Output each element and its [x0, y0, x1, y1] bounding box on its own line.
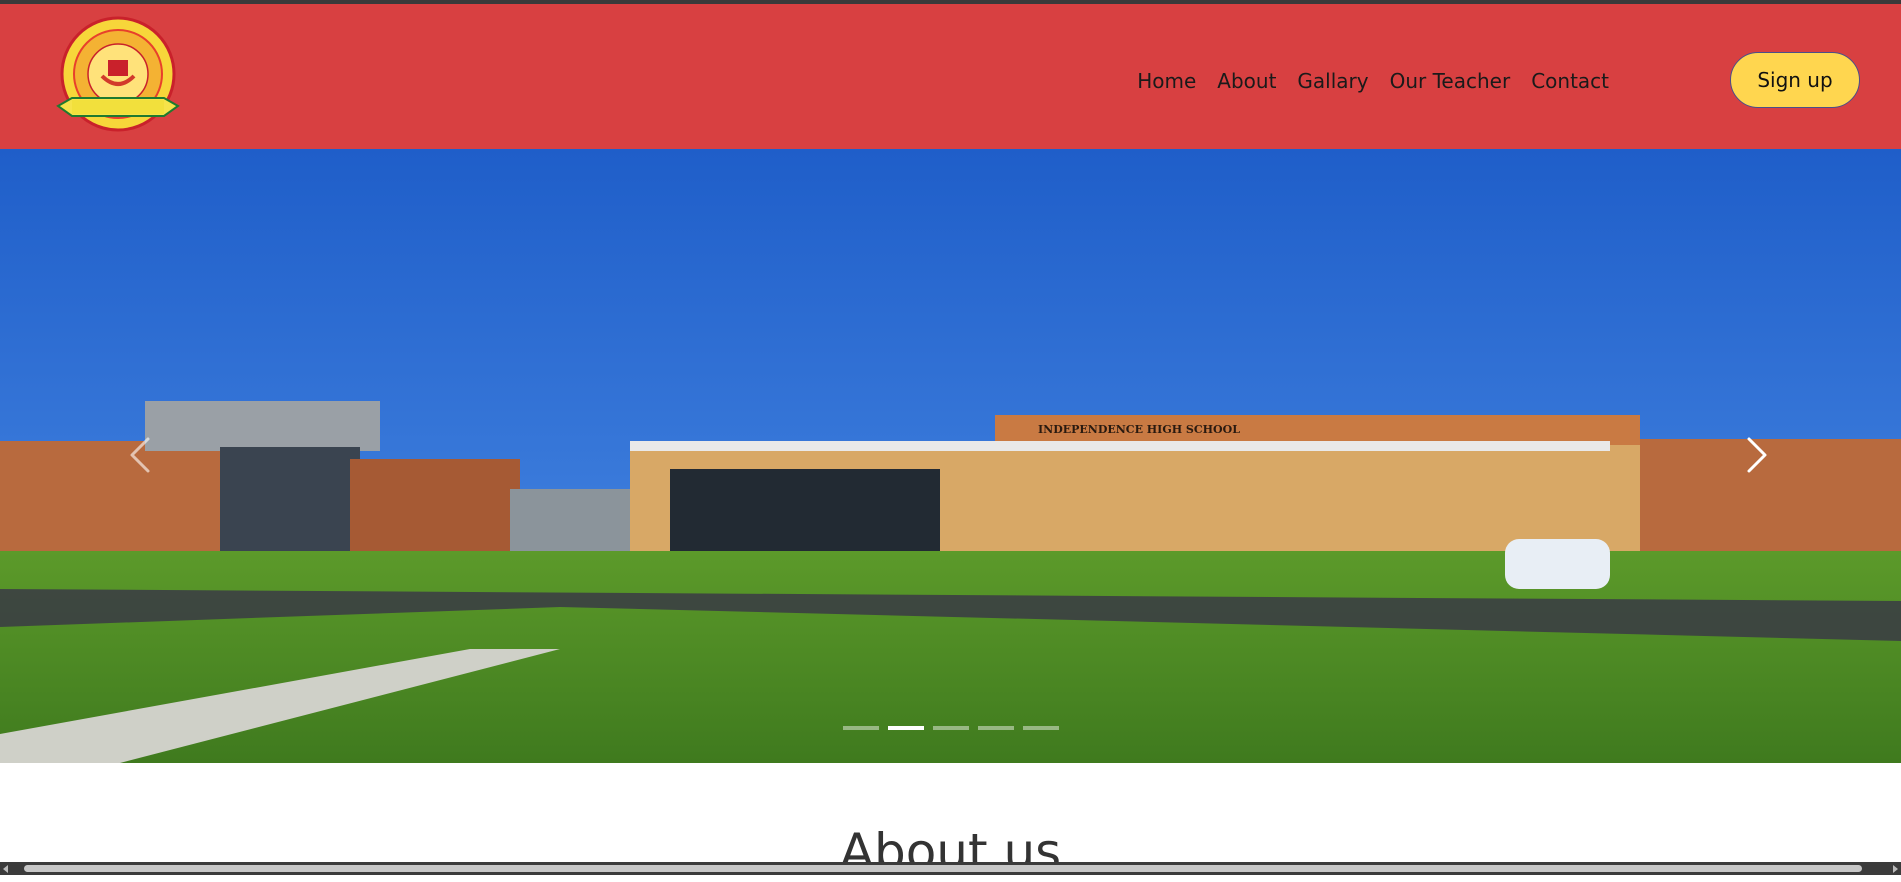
main-nav: Home About Gallary Our Teacher Contact: [1137, 67, 1609, 95]
signup-button[interactable]: Sign up: [1730, 52, 1860, 108]
nav-gallery[interactable]: Gallary: [1297, 67, 1368, 95]
hero-carousel: INDEPENDENCE HIGH SCHOOL: [0, 149, 1901, 763]
carousel-indicator[interactable]: [843, 726, 879, 730]
carousel-indicator[interactable]: [933, 726, 969, 730]
scrollbar-thumb[interactable]: [24, 865, 1862, 872]
building-sign: INDEPENDENCE HIGH SCHOOL: [1038, 423, 1240, 436]
site-header: Home About Gallary Our Teacher Contact S…: [0, 4, 1901, 149]
chevron-left-icon: [130, 437, 150, 473]
carousel-indicator[interactable]: [1023, 726, 1059, 730]
carousel-indicators: [843, 726, 1059, 730]
nav-home[interactable]: Home: [1137, 67, 1196, 95]
scroll-left-arrow-icon[interactable]: [3, 865, 8, 873]
nav-about[interactable]: About: [1217, 67, 1276, 95]
nav-contact[interactable]: Contact: [1531, 67, 1609, 95]
horizontal-scrollbar[interactable]: [0, 862, 1901, 875]
school-logo[interactable]: [52, 14, 184, 146]
nav-our-teacher[interactable]: Our Teacher: [1390, 67, 1511, 95]
carousel-next-button[interactable]: [1735, 433, 1779, 477]
chevron-right-icon: [1747, 437, 1767, 473]
carousel-prev-button[interactable]: [120, 433, 164, 477]
carousel-indicator-active[interactable]: [888, 726, 924, 730]
carousel-indicator[interactable]: [978, 726, 1014, 730]
scroll-right-arrow-icon[interactable]: [1893, 865, 1898, 873]
